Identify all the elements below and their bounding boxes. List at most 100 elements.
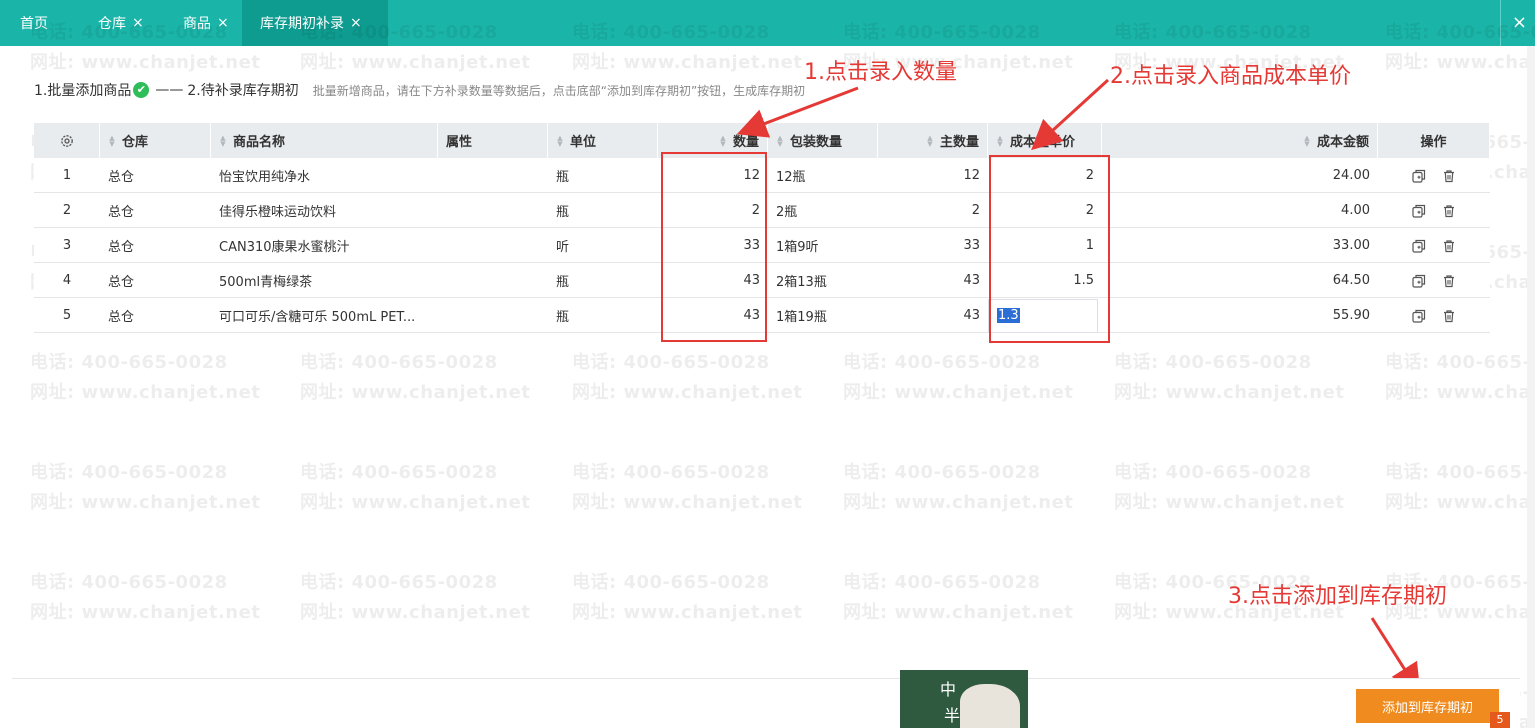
cell-pack-quantity: 1箱19瓶	[776, 310, 827, 325]
row-number: 3	[62, 238, 72, 253]
trash-icon[interactable]	[1442, 274, 1456, 288]
cell-attribute	[438, 193, 548, 228]
cell-cost-amount: 24.00	[1332, 168, 1370, 183]
header-pack-quantity[interactable]: ▲ ▼ 包装数量	[768, 123, 878, 158]
tab-bar: 首页 仓库 × 商品 × 库存期初补录 × ×	[0, 0, 1535, 46]
step-divider: ——	[155, 82, 184, 98]
cell-product-name: 怡宝饮用纯净水	[219, 170, 311, 185]
cell-pack-quantity: 2箱13瓶	[776, 275, 827, 290]
copy-icon[interactable]	[1412, 274, 1426, 288]
cell-warehouse: 总仓	[108, 310, 135, 325]
trash-icon[interactable]	[1442, 169, 1456, 183]
scrollbar[interactable]	[1527, 46, 1535, 728]
cell-product-name: 可口可乐/含糖可乐 500mL PET...	[219, 310, 416, 325]
header-unit[interactable]: ▲ ▼ 单位	[548, 123, 658, 158]
cell-warehouse: 总仓	[108, 205, 135, 220]
header-unit-cost[interactable]: ▲ ▼ 成本主单价	[988, 123, 1102, 158]
sort-icon[interactable]: ▲ ▼	[219, 134, 227, 147]
copy-icon[interactable]	[1412, 239, 1426, 253]
step-2-label: 2.待补录库存期初	[187, 83, 299, 99]
tab-goods[interactable]: 商品 ×	[165, 0, 247, 46]
highlight-unit-cost-column	[989, 155, 1110, 343]
row-number: 2	[62, 203, 72, 218]
sort-icon[interactable]: ▲ ▼	[719, 134, 727, 147]
copy-icon[interactable]	[1412, 309, 1426, 323]
cell-cost-amount: 64.50	[1332, 273, 1370, 288]
row-number: 5	[62, 308, 72, 323]
tabbar-divider	[1500, 0, 1501, 46]
cell-main-quantity: 2	[971, 203, 980, 218]
annotation-step-3: 3.点击添加到库存期初	[1228, 584, 1447, 609]
cell-main-quantity: 43	[963, 273, 980, 288]
deer-icon	[960, 684, 1020, 728]
close-icon[interactable]: ×	[217, 15, 229, 31]
header-attribute: 属性	[438, 123, 548, 158]
cell-pack-quantity: 1箱9听	[776, 240, 819, 255]
column-settings[interactable]	[34, 123, 100, 158]
cell-actions	[1378, 228, 1490, 263]
cell-attribute	[438, 158, 548, 193]
row-number: 4	[62, 273, 72, 288]
copy-icon[interactable]	[1412, 169, 1426, 183]
cell-unit: 听	[556, 240, 570, 255]
tab-label: 商品	[183, 16, 211, 32]
header-main-quantity[interactable]: ▲ ▼ 主数量	[878, 123, 988, 158]
cell-unit: 瓶	[556, 275, 570, 290]
trash-icon[interactable]	[1442, 239, 1456, 253]
bottom-bar	[12, 678, 1520, 728]
sort-icon[interactable]: ▲ ▼	[556, 134, 564, 147]
cell-actions	[1378, 158, 1490, 193]
cell-pack-quantity: 12瓶	[776, 170, 806, 185]
cell-product-name: 500ml青梅绿茶	[219, 275, 313, 290]
cell-cost-amount: 33.00	[1332, 238, 1370, 253]
cell-warehouse: 总仓	[108, 170, 135, 185]
cell-warehouse: 总仓	[108, 240, 135, 255]
cell-actions	[1378, 193, 1490, 228]
cell-actions	[1378, 263, 1490, 298]
cell-cost-amount: 4.00	[1341, 203, 1370, 218]
add-to-opening-stock-button[interactable]: 添加到库存期初	[1356, 689, 1499, 723]
sort-icon[interactable]: ▲ ▼	[926, 134, 934, 147]
trash-icon[interactable]	[1442, 309, 1456, 323]
trash-icon[interactable]	[1442, 204, 1456, 218]
cell-cost-amount: 55.90	[1332, 308, 1370, 323]
cell-pack-quantity: 2瓶	[776, 205, 798, 220]
header-warehouse[interactable]: ▲ ▼ 仓库	[100, 123, 211, 158]
sort-icon[interactable]: ▲ ▼	[108, 134, 116, 147]
header-cost-amount[interactable]: ▲ ▼ 成本金额	[1102, 123, 1378, 158]
header-product-name[interactable]: ▲ ▼ 商品名称	[211, 123, 438, 158]
cell-attribute	[438, 228, 548, 263]
annotation-step-1: 1.点击录入数量	[804, 60, 957, 85]
cell-product-name: CAN310康果水蜜桃汁	[219, 240, 350, 255]
cell-actions	[1378, 298, 1490, 333]
tab-label: 库存期初补录	[260, 16, 344, 32]
tab-inventory-opening[interactable]: 库存期初补录 ×	[242, 0, 388, 46]
close-icon[interactable]: ×	[132, 15, 144, 31]
cell-unit: 瓶	[556, 205, 570, 220]
cell-main-quantity: 43	[963, 308, 980, 323]
sort-icon[interactable]: ▲ ▼	[776, 134, 784, 147]
mascot-image: 中 半	[900, 670, 1028, 728]
row-number: 1	[62, 168, 72, 183]
mascot-text-1: 中	[940, 680, 957, 699]
cell-attribute	[438, 298, 548, 333]
cell-unit: 瓶	[556, 170, 570, 185]
cell-warehouse: 总仓	[108, 275, 135, 290]
close-all-icon[interactable]: ×	[1512, 12, 1527, 33]
sort-icon[interactable]: ▲ ▼	[996, 134, 1004, 147]
cell-main-quantity: 33	[963, 238, 980, 253]
mascot-text-2: 半	[944, 706, 961, 725]
header-actions: 操作	[1378, 123, 1490, 158]
tab-label: 首页	[20, 16, 48, 32]
annotation-step-2: 2.点击录入商品成本单价	[1110, 64, 1351, 89]
copy-icon[interactable]	[1412, 204, 1426, 218]
tab-warehouse[interactable]: 仓库 ×	[80, 0, 162, 46]
tab-home[interactable]: 首页	[2, 0, 66, 46]
step-hint: 批量新增商品，请在下方补录数量等数据后，点击底部“添加到库存期初”按钮，生成库存…	[312, 83, 806, 98]
cell-product-name: 佳得乐橙味运动饮料	[219, 205, 337, 220]
check-icon: ✔	[133, 82, 150, 98]
corner-badge: 5	[1490, 712, 1510, 728]
close-icon[interactable]: ×	[350, 15, 362, 31]
sort-icon[interactable]: ▲ ▼	[1303, 134, 1311, 147]
gear-icon[interactable]	[59, 133, 75, 149]
